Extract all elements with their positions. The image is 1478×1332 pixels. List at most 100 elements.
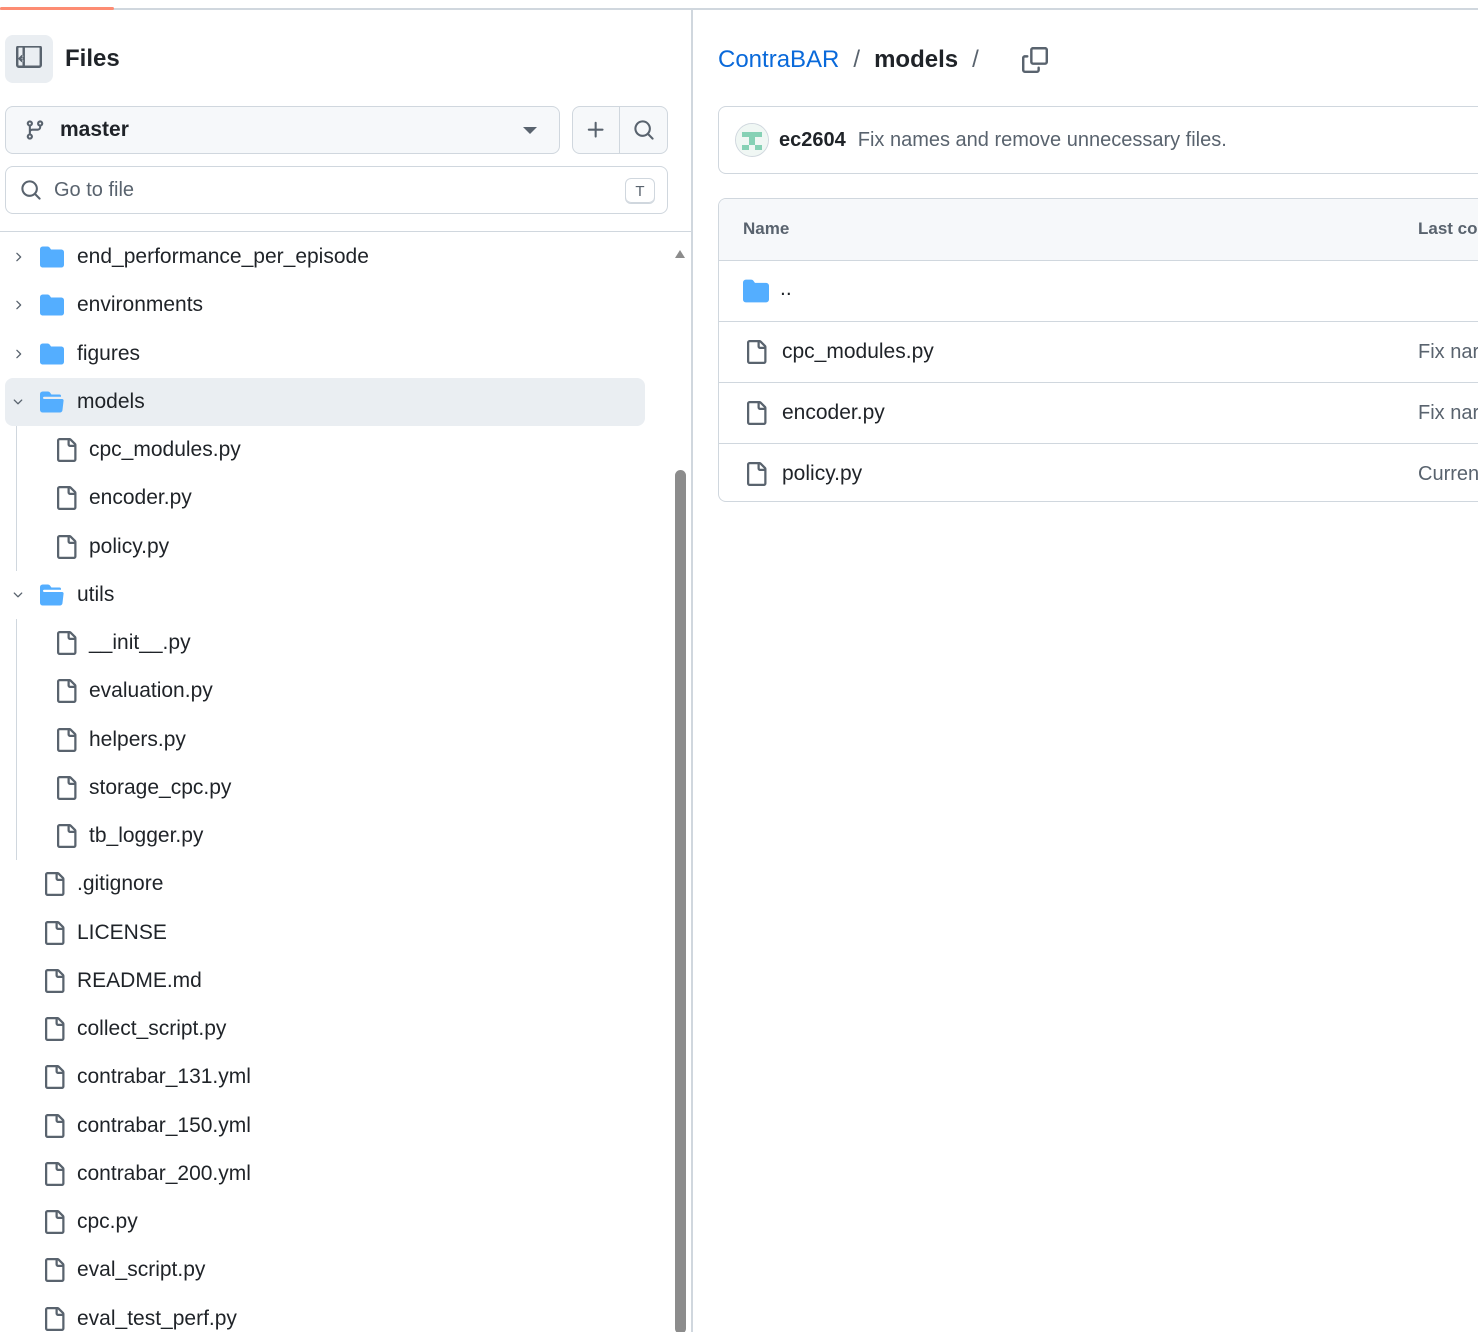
tree-item-label: cpc_modules.py	[89, 438, 241, 461]
file-table: Name Last cor .. cpc_modules.py Fix nar en…	[718, 198, 1478, 502]
tree-item-helpers-py[interactable]: helpers.py	[5, 716, 645, 764]
tree-item-eval-script-py[interactable]: eval_script.py	[5, 1246, 645, 1294]
copy-path-button[interactable]	[1019, 44, 1051, 76]
tree-item-gitignore[interactable]: .gitignore	[5, 860, 645, 908]
file-commit-message[interactable]: Fix nar	[1418, 341, 1478, 364]
go-to-file-box: T	[5, 166, 668, 214]
search-code-button[interactable]	[620, 107, 667, 153]
tree-item-storage-cpc-py[interactable]: storage_cpc.py	[5, 764, 645, 812]
tree-item-label: tb_logger.py	[89, 824, 204, 847]
breadcrumb-repo-link[interactable]: ContraBAR	[718, 46, 839, 74]
tree-item-models[interactable]: models	[5, 377, 645, 426]
file-name-link[interactable]: encoder.py	[782, 401, 885, 425]
folder-open-icon	[40, 391, 64, 413]
tree-item-encoder-py[interactable]: encoder.py	[5, 474, 645, 522]
file-commit-message[interactable]: Curren	[1418, 463, 1478, 486]
file-name-link[interactable]: policy.py	[782, 462, 862, 486]
chevron-down-icon[interactable]	[11, 395, 25, 409]
identicon-icon	[736, 124, 768, 156]
tree-item-tb-logger-py[interactable]: tb_logger.py	[5, 812, 645, 860]
breadcrumb-current: models	[874, 46, 959, 73]
chevron-right-icon[interactable]	[11, 298, 25, 312]
file-icon	[747, 462, 767, 486]
file-icon	[45, 1017, 65, 1041]
tree-item-eval-test-perf-py[interactable]: eval_test_perf.py	[5, 1295, 645, 1332]
tree-indent-guide	[16, 619, 17, 861]
scrollbar-thumb[interactable]	[675, 470, 686, 1332]
tree-item-label: end_performance_per_episode	[77, 245, 369, 268]
tree-item-cpc-modules-py[interactable]: cpc_modules.py	[5, 426, 645, 474]
file-name-link[interactable]: cpc_modules.py	[782, 340, 934, 364]
avatar[interactable]	[735, 123, 769, 157]
tree-item-cpc-py[interactable]: cpc.py	[5, 1198, 645, 1246]
commit-author[interactable]: ec2604	[779, 129, 846, 152]
main-content: ContraBAR / models / ec2604 Fix names an…	[693, 10, 1478, 1332]
search-icon	[21, 180, 41, 200]
tree-item-utils[interactable]: utils	[5, 571, 645, 619]
tree-item-label: collect_script.py	[77, 1017, 227, 1040]
tree-indent-guide	[16, 426, 17, 571]
folder-icon	[40, 246, 64, 268]
column-header-last-commit: Last cor	[1418, 219, 1478, 238]
tree-item-contrabar-200-yml[interactable]: contrabar_200.yml	[5, 1150, 645, 1198]
folder-open-icon	[40, 584, 64, 606]
tree-item-label: figures	[77, 341, 141, 365]
tree-item-label: encoder.py	[89, 486, 192, 510]
tree-item-license[interactable]: LICENSE	[5, 909, 645, 957]
tree-item-label: helpers.py	[89, 727, 186, 751]
tree-item-label: contrabar_150.yml	[77, 1113, 251, 1137]
file-icon	[45, 968, 65, 993]
collapse-sidebar-button[interactable]	[5, 35, 53, 83]
tree-item-figures[interactable]: figures	[5, 330, 645, 378]
scroll-up-arrow-icon[interactable]	[675, 250, 685, 258]
chevron-right-icon[interactable]	[11, 250, 25, 264]
tree-scrollbar[interactable]	[672, 242, 688, 1332]
caret-down-icon	[523, 127, 537, 134]
search-icon	[633, 120, 654, 140]
add-file-button[interactable]	[573, 107, 621, 153]
folder-icon	[743, 279, 769, 303]
tree-item-init-py[interactable]: __init__.py	[5, 619, 645, 667]
tree-item-readme-md[interactable]: README.md	[5, 957, 645, 1005]
tree-item-label: .gitignore	[77, 872, 164, 896]
file-icon	[45, 1258, 65, 1283]
column-header-name: Name	[743, 219, 790, 238]
tree-item-contrabar-150-yml[interactable]: contrabar_150.yml	[5, 1102, 645, 1150]
file-icon	[45, 1113, 65, 1138]
tree-item-label: storage_cpc.py	[89, 775, 232, 799]
breadcrumb-separator: /	[853, 46, 861, 73]
tree-item-evaluation-py[interactable]: evaluation.py	[5, 667, 645, 715]
latest-commit-box: ec2604 Fix names and remove unnecessary …	[718, 106, 1478, 174]
tree-actions	[572, 106, 668, 154]
file-tree: end_performance_per_episode environments f…	[0, 232, 665, 1332]
file-icon	[45, 920, 65, 945]
tree-item-label: evaluation.py	[89, 679, 213, 703]
file-row-policy-py[interactable]: policy.py Curren	[719, 444, 1478, 501]
tree-item-label: models	[77, 389, 145, 413]
commit-message[interactable]: Fix names and remove unnecessary files.	[858, 129, 1227, 152]
tree-item-label: __init__.py	[89, 631, 191, 654]
tree-item-label: cpc.py	[77, 1210, 138, 1233]
file-row-encoder-py[interactable]: encoder.py Fix nar	[719, 383, 1478, 444]
tree-item-environments[interactable]: environments	[5, 281, 645, 329]
folder-icon	[40, 294, 64, 316]
chevron-down-icon[interactable]	[11, 588, 25, 602]
file-commit-message[interactable]: Fix nar	[1418, 402, 1478, 425]
tree-item-end-performance-per-episode[interactable]: end_performance_per_episode	[5, 233, 645, 281]
breadcrumb: ContraBAR / models /	[718, 44, 1051, 76]
file-icon	[57, 727, 77, 752]
parent-directory-link[interactable]: ..	[780, 277, 792, 301]
tree-item-label: README.md	[77, 968, 202, 992]
tree-item-contrabar-131-yml[interactable]: contrabar_131.yml	[5, 1053, 645, 1101]
tree-item-collect-script-py[interactable]: collect_script.py	[5, 1005, 645, 1053]
folder-icon	[40, 343, 64, 364]
parent-directory-row[interactable]: ..	[719, 261, 1478, 322]
go-to-file-input[interactable]	[54, 178, 594, 202]
branch-selector[interactable]: master	[5, 106, 560, 154]
tree-item-label: eval_script.py	[77, 1258, 206, 1282]
file-row-cpc-modules-py[interactable]: cpc_modules.py Fix nar	[719, 322, 1478, 383]
tree-item-policy-py[interactable]: policy.py	[5, 523, 645, 571]
chevron-right-icon[interactable]	[11, 347, 25, 361]
file-icon	[57, 824, 77, 848]
file-icon	[45, 1306, 65, 1331]
